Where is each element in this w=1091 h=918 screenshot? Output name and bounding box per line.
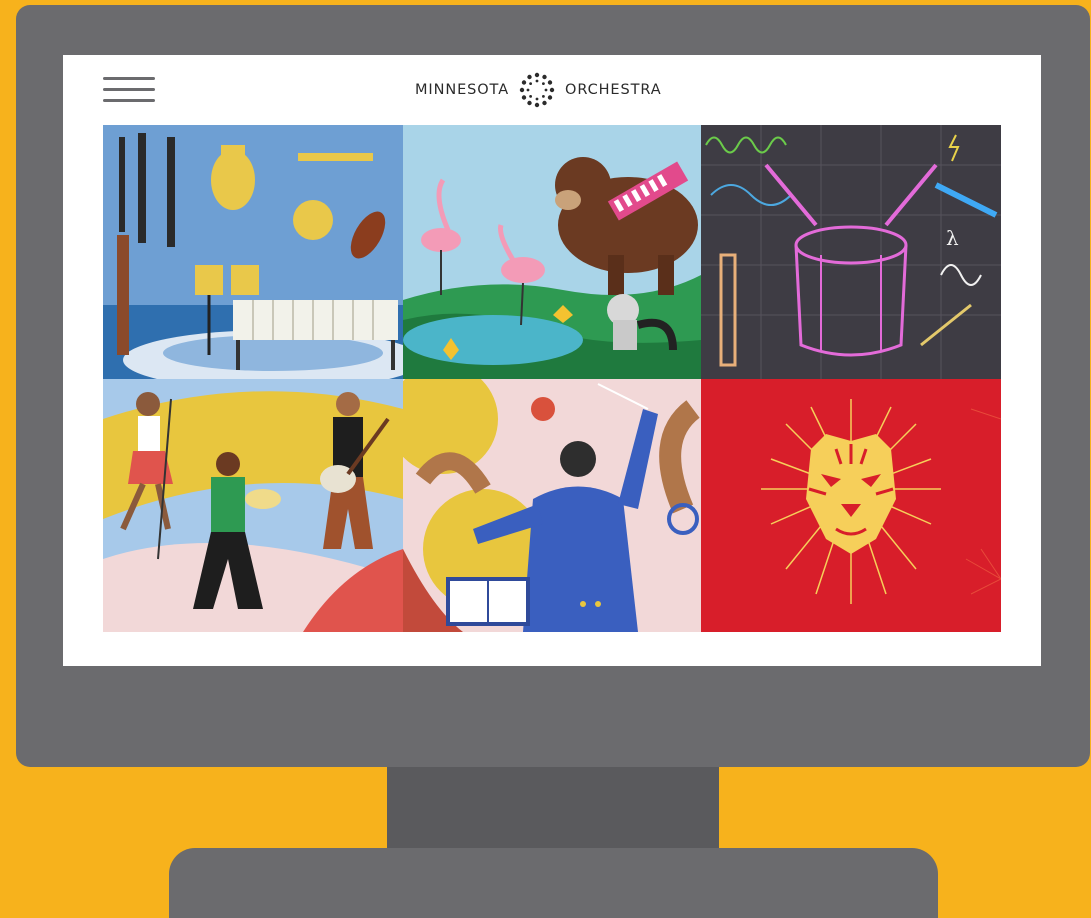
bear-flamingo-animals-illustration [403, 125, 701, 379]
chalkboard-drum-science-illustration: λ [701, 125, 1001, 379]
orchestra-dots-logo-icon [519, 72, 555, 108]
site-logo[interactable]: MINNESOTA ORCHESTRA [415, 71, 662, 109]
tile-instruments[interactable] [103, 125, 403, 379]
conductor-illustration [403, 379, 701, 632]
svg-text:λ: λ [946, 226, 959, 250]
tile-dancers[interactable] [103, 379, 403, 632]
concert-tile-grid: λ [103, 125, 1001, 632]
monitor-stand-base [169, 848, 938, 918]
tile-conductor[interactable] [403, 379, 701, 632]
logo-text-minnesota: MINNESOTA [415, 82, 510, 98]
tiger-face-illustration [701, 379, 1001, 632]
dancing-musicians-illustration [103, 379, 403, 632]
website-screen: MINNESOTA ORCHESTRA λ [63, 55, 1041, 666]
tile-animals[interactable] [403, 125, 701, 379]
tile-chalkboard[interactable]: λ [701, 125, 1001, 379]
tile-tiger[interactable] [701, 379, 1001, 632]
orchestra-instruments-illustration [103, 125, 403, 379]
hamburger-menu-icon[interactable] [103, 77, 155, 103]
monitor-stand-neck [387, 767, 719, 849]
logo-text-orchestra: ORCHESTRA [565, 82, 662, 98]
